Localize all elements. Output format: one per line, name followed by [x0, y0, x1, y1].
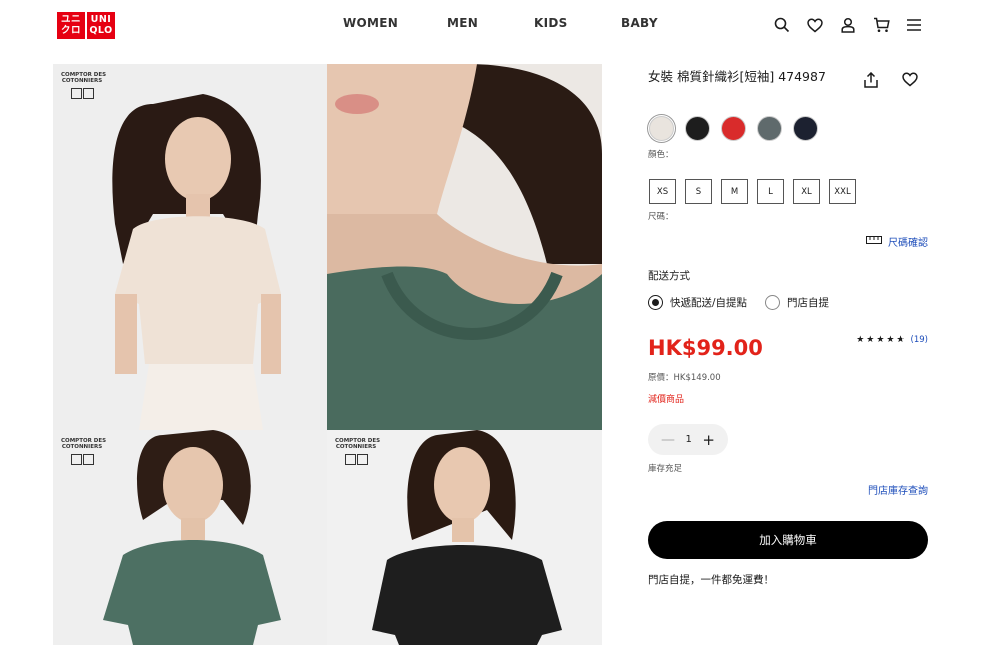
nav-kids[interactable]: KIDS: [534, 16, 568, 30]
size-options: XS S M L XL XXL: [649, 179, 856, 204]
stock-status: 庫存充足: [648, 464, 683, 474]
site-header: ユニ クロ UNI QLO WOMEN MEN KIDS BABY: [0, 0, 1000, 52]
radio-unselected-icon: [765, 295, 781, 310]
favorite-heart-icon[interactable]: [902, 72, 918, 91]
nav-women[interactable]: WOMEN: [343, 16, 398, 30]
shipping-option-label: 快遞配送/自提點: [670, 297, 748, 309]
rating-count[interactable]: (19): [911, 335, 928, 345]
color-swatch-4[interactable]: [793, 116, 818, 141]
plus-icon[interactable]: +: [702, 431, 715, 449]
shipping-option-delivery[interactable]: 快遞配送/自提點: [648, 295, 747, 310]
product-image-green-closeup[interactable]: [327, 64, 602, 430]
color-label: 顏色：: [648, 150, 674, 160]
size-option-xl[interactable]: XL: [793, 179, 820, 204]
original-price: 原價：HK$149.00: [648, 373, 721, 383]
brand-tag: COMPTOR DES COTONNIERS: [61, 438, 106, 465]
product-title: 女裝 棉質針織衫[短袖] 474987: [648, 69, 826, 84]
mini-logo-left: [70, 88, 82, 99]
mini-logo-right: [82, 454, 94, 465]
share-icon[interactable]: [864, 71, 878, 92]
pickup-note: 門店自提，一件都免運費！: [648, 574, 774, 586]
quantity-stepper: — 1 +: [648, 424, 728, 455]
size-check-label: 尺碼確認: [888, 238, 928, 249]
product-image-black-model[interactable]: COMPTOR DES COTONNIERS: [327, 430, 602, 645]
shipping-option-store-pickup[interactable]: 門店自提: [765, 295, 829, 310]
size-option-m[interactable]: M: [721, 179, 748, 204]
wishlist-heart-icon[interactable]: [805, 15, 825, 35]
color-swatches: [649, 116, 818, 141]
rating[interactable]: ★★★★☆★ (19): [856, 335, 928, 345]
cart-icon[interactable]: [871, 15, 891, 35]
size-option-xxl[interactable]: XXL: [829, 179, 856, 204]
product-image-green-model[interactable]: COMPTOR DES COTONNIERS: [53, 430, 327, 645]
color-swatch-1[interactable]: [685, 116, 710, 141]
product-image-beige-model[interactable]: COMPTOR DES COTONNIERS: [53, 64, 327, 430]
sale-price: HK$99.00: [648, 336, 763, 360]
nav-men[interactable]: MEN: [447, 16, 478, 30]
ruler-icon: [866, 236, 882, 247]
size-check-link[interactable]: 尺碼確認: [866, 234, 928, 249]
account-icon[interactable]: [838, 15, 858, 35]
menu-icon[interactable]: [904, 15, 924, 35]
quantity-value: 1: [685, 434, 692, 445]
brand-tag: COMPTOR DES COTONNIERS: [61, 72, 106, 99]
color-swatch-2[interactable]: [721, 116, 746, 141]
radio-selected-icon: [648, 295, 663, 310]
shipping-option-label: 門店自提: [787, 297, 830, 309]
minus-icon[interactable]: —: [661, 432, 675, 448]
sale-badge: 減價商品: [648, 395, 685, 405]
header-icons: [772, 15, 924, 35]
shipping-title: 配送方式: [648, 270, 690, 282]
size-label: 尺碼：: [648, 212, 674, 222]
shipping-options: 快遞配送/自提點 門店自提: [648, 295, 829, 310]
rating-stars-icon: ★★★★☆★: [856, 335, 907, 345]
mini-logo-right: [356, 454, 368, 465]
search-icon[interactable]: [772, 15, 792, 35]
size-option-s[interactable]: S: [685, 179, 712, 204]
product-image-gallery: COMPTOR DES COTONNIERS COMPTOR DES COTON…: [53, 64, 602, 645]
store-stock-link[interactable]: 門店庫存查詢: [868, 482, 928, 497]
size-option-l[interactable]: L: [757, 179, 784, 204]
mini-logo-right: [82, 88, 94, 99]
mini-logo-left: [70, 454, 82, 465]
size-option-xs[interactable]: XS: [649, 179, 676, 204]
color-swatch-3[interactable]: [757, 116, 782, 141]
add-to-cart-button[interactable]: 加入購物車: [648, 521, 928, 559]
mini-logo-left: [344, 454, 356, 465]
brand-tag: COMPTOR DES COTONNIERS: [335, 438, 380, 465]
color-swatch-0[interactable]: [649, 116, 674, 141]
nav-baby[interactable]: BABY: [621, 16, 658, 30]
